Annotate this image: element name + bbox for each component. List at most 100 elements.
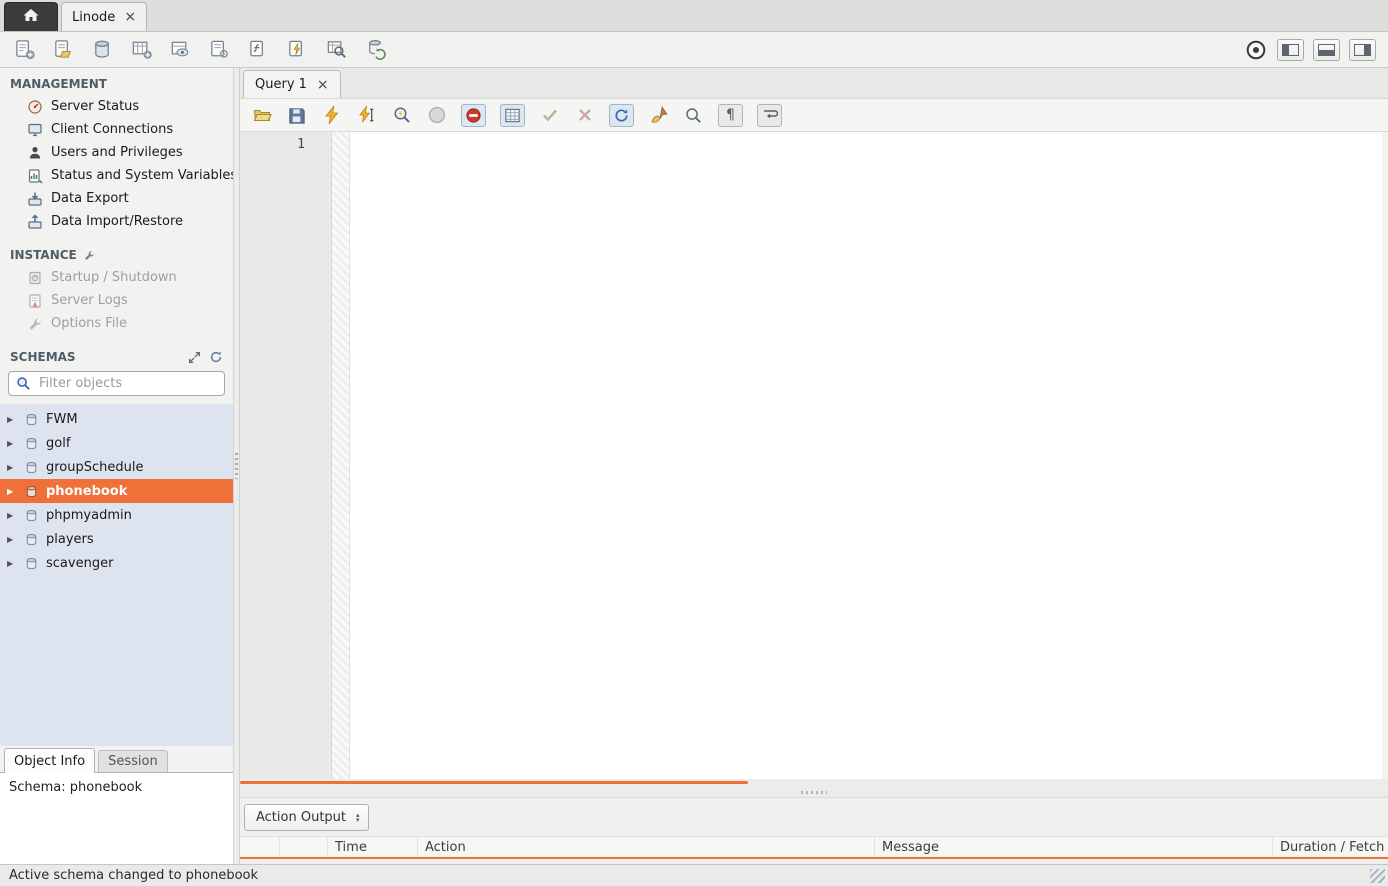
- schema-row-groupschedule[interactable]: ▶ groupSchedule: [0, 455, 233, 479]
- expander-icon[interactable]: ▶: [7, 559, 17, 568]
- schema-row-players[interactable]: ▶ players: [0, 527, 233, 551]
- sidebar-splitter[interactable]: [233, 68, 240, 864]
- create-table-icon[interactable]: [129, 38, 153, 62]
- server-status-icon: [27, 99, 43, 115]
- explain-plan-icon[interactable]: [391, 105, 412, 126]
- status-variables-icon: [27, 168, 43, 184]
- toggle-stop-on-error-icon[interactable]: [461, 104, 486, 127]
- sql-code-input[interactable]: [350, 132, 1382, 779]
- sidebar-item-server-logs[interactable]: Server Logs: [0, 289, 233, 312]
- rollback-icon[interactable]: [574, 105, 595, 126]
- find-icon[interactable]: [683, 105, 704, 126]
- reconnect-dbms-icon[interactable]: [363, 38, 387, 62]
- schema-row-phonebook[interactable]: ▶ phonebook: [0, 479, 233, 503]
- new-query-tab-icon[interactable]: [12, 38, 36, 62]
- sql-editor: 1: [240, 132, 1388, 779]
- close-query-tab-icon[interactable]: ×: [317, 78, 329, 92]
- schema-row-fwm[interactable]: ▶ FWM: [0, 407, 233, 431]
- tab-object-info[interactable]: Object Info: [4, 748, 95, 773]
- home-icon: [22, 7, 40, 27]
- toggle-results-grid-icon[interactable]: [500, 104, 525, 127]
- execute-statement-icon[interactable]: [321, 105, 342, 126]
- object-info-panel: Schema: phonebook: [0, 772, 233, 864]
- refresh-schemas-icon[interactable]: [209, 350, 223, 364]
- schema-icon: [24, 460, 39, 475]
- close-connection-tab-icon[interactable]: ×: [124, 10, 136, 24]
- output-splitter[interactable]: [240, 787, 1388, 797]
- home-tab[interactable]: [4, 2, 58, 31]
- expander-icon[interactable]: ▶: [7, 463, 17, 472]
- window-resize-grip[interactable]: [1370, 869, 1385, 883]
- open-sql-script-icon[interactable]: [51, 38, 75, 62]
- toggle-word-wrap-icon[interactable]: [757, 104, 782, 127]
- line-number: 1: [297, 137, 305, 152]
- connection-health-icon[interactable]: [1244, 38, 1268, 62]
- options-file-icon: [27, 316, 43, 332]
- beautify-sql-icon[interactable]: [648, 105, 669, 126]
- expander-icon[interactable]: ▶: [7, 511, 17, 520]
- expand-schemas-panel-icon[interactable]: [188, 351, 201, 364]
- expander-icon[interactable]: ▶: [7, 439, 17, 448]
- management-section-title: MANAGEMENT: [0, 68, 233, 95]
- output-col-status: [240, 837, 280, 857]
- connection-tab-label: Linode: [72, 10, 115, 25]
- server-logs-icon: [27, 293, 43, 309]
- editor-horizontal-scrollbar[interactable]: [240, 781, 748, 784]
- toggle-autocommit-icon[interactable]: [609, 104, 634, 127]
- schema-icon: [24, 508, 39, 523]
- create-trigger-icon[interactable]: [285, 38, 309, 62]
- client-connections-icon: [27, 122, 43, 138]
- open-sql-file-icon[interactable]: [251, 105, 272, 126]
- sidebar-item-server-status[interactable]: Server Status: [0, 95, 233, 118]
- sidebar-bottom-tabs: Object Info Session: [0, 746, 233, 772]
- expander-icon[interactable]: ▶: [7, 535, 17, 544]
- editor-vertical-scrollbar[interactable]: [1382, 132, 1388, 779]
- sidebar-item-data-import-restore[interactable]: Data Import/Restore: [0, 210, 233, 233]
- combo-spinner-icon: ▴ ▾: [356, 813, 360, 823]
- sidebar-item-startup-shutdown[interactable]: Startup / Shutdown: [0, 266, 233, 289]
- object-info-text: Schema: phonebook: [9, 780, 142, 795]
- output-col-action: Action: [418, 837, 875, 857]
- schema-filter: [8, 371, 225, 396]
- toggle-secondary-sidebar-icon[interactable]: [1349, 39, 1376, 61]
- search-table-data-icon[interactable]: [324, 38, 348, 62]
- instance-config-icon: [83, 249, 96, 262]
- schema-icon: [24, 484, 39, 499]
- output-panel: Action Output ▴ ▾ Time Action Message Du…: [240, 797, 1388, 864]
- toggle-output-area-icon[interactable]: [1313, 39, 1340, 61]
- expander-icon[interactable]: ▶: [7, 415, 17, 424]
- users-privileges-icon: [27, 145, 43, 161]
- schema-filter-input[interactable]: [37, 375, 217, 392]
- tab-session[interactable]: Session: [98, 750, 168, 772]
- stop-execution-icon[interactable]: [426, 105, 447, 126]
- action-output-header-row: Time Action Message Duration / Fetch: [240, 836, 1388, 859]
- schema-row-golf[interactable]: ▶ golf: [0, 431, 233, 455]
- commit-icon[interactable]: [539, 105, 560, 126]
- create-view-icon[interactable]: [168, 38, 192, 62]
- toggle-sidebar-icon[interactable]: [1277, 39, 1304, 61]
- execute-current-statement-icon[interactable]: [356, 105, 377, 126]
- tab-query-1[interactable]: Query 1 ×: [243, 70, 341, 98]
- create-procedure-icon[interactable]: [207, 38, 231, 62]
- startup-shutdown-icon: [27, 270, 43, 286]
- schema-tree[interactable]: ▶ FWM ▶ golf ▶ groupSchedule ▶ phonebook…: [0, 404, 233, 746]
- mysql-workbench-window: Linode ×: [0, 0, 1388, 886]
- sidebar-item-data-export[interactable]: Data Export: [0, 187, 233, 210]
- sidebar-item-users-privileges[interactable]: Users and Privileges: [0, 141, 233, 164]
- create-schema-icon[interactable]: [90, 38, 114, 62]
- save-script-icon[interactable]: [286, 105, 307, 126]
- expander-icon[interactable]: ▶: [7, 487, 17, 496]
- query-tab-bar: Query 1 ×: [240, 68, 1388, 98]
- schema-row-phpmyadmin[interactable]: ▶ phpmyadmin: [0, 503, 233, 527]
- window-tab-bar: Linode ×: [0, 0, 1388, 32]
- output-type-select[interactable]: Action Output ▴ ▾: [244, 804, 369, 831]
- schema-row-scavenger[interactable]: ▶ scavenger: [0, 551, 233, 575]
- toggle-invisible-characters-icon[interactable]: ¶: [718, 104, 743, 127]
- sidebar-item-client-connections[interactable]: Client Connections: [0, 118, 233, 141]
- connection-tab-linode[interactable]: Linode ×: [61, 2, 147, 31]
- sidebar-item-options-file[interactable]: Options File: [0, 312, 233, 335]
- sidebar-item-status-system-variables[interactable]: Status and System Variables: [0, 164, 233, 187]
- schema-icon: [24, 436, 39, 451]
- splitter-grip-icon: [235, 453, 238, 479]
- create-function-icon[interactable]: [246, 38, 270, 62]
